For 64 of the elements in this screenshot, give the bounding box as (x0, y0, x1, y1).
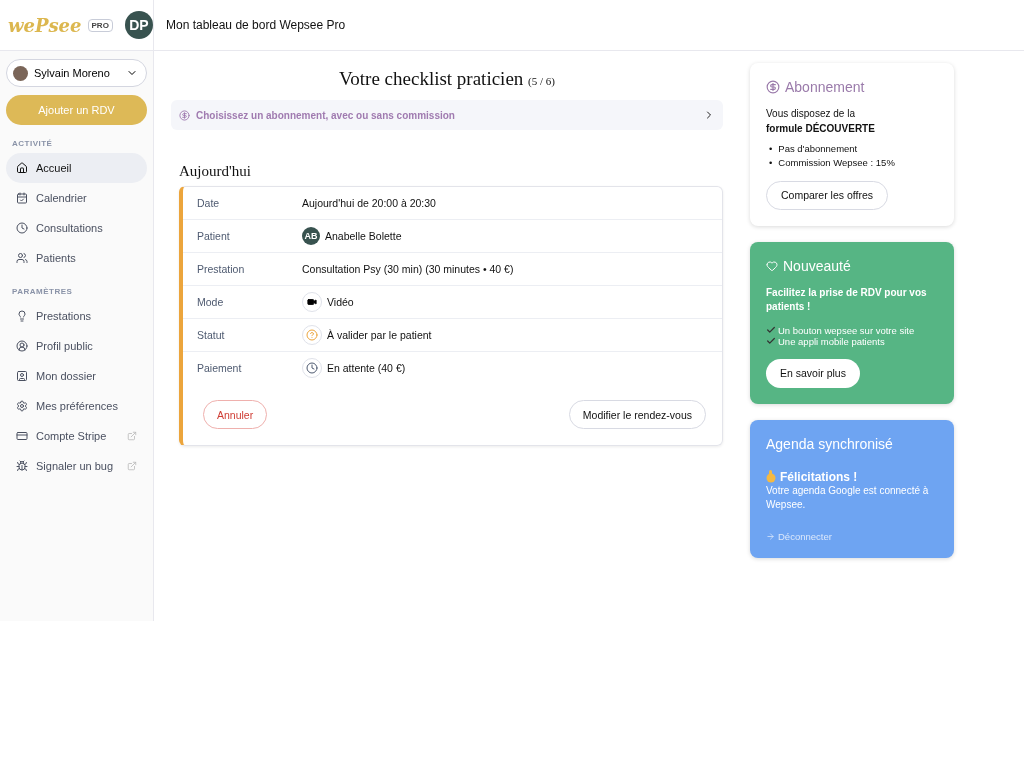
field-value: Vidéo (327, 296, 354, 308)
sidebar-item[interactable]: Calendrier (6, 183, 147, 213)
field-label: Prestation (196, 263, 246, 275)
card-text: Vous disposez de la (766, 107, 856, 121)
bullet-marker: • (769, 156, 773, 171)
logo: wePsee (8, 14, 82, 36)
home-icon (16, 162, 28, 174)
plan-name: formule DÉCOUVERTE (766, 121, 876, 136)
sidebar-item[interactable]: Prestations (6, 301, 147, 331)
clock-icon (16, 222, 28, 234)
checklist-title: Votre checklist praticien (5 / 6) (338, 68, 556, 90)
card-icon (16, 430, 28, 442)
settings-icon (16, 400, 28, 412)
sidebar-item[interactable]: Consultations (6, 213, 147, 243)
field-label: Statut (196, 329, 226, 341)
arrow-right-icon (766, 531, 775, 541)
compare-offers-button[interactable]: Comparer les offres (766, 180, 888, 210)
sidebar-item[interactable]: Profil public (6, 331, 147, 361)
sidebar-item[interactable]: Signaler un bug (6, 451, 147, 481)
sidebar-item[interactable]: Compte Stripe (6, 421, 147, 451)
learn-more-button[interactable]: En savoir plus (766, 358, 860, 388)
field-value: Aujourd'hui de 20:00 à 20:30 (302, 197, 436, 209)
section-title: ACTIVITÉ (12, 139, 54, 148)
checklist-count: (5 / 6) (528, 75, 555, 87)
edit-appointment-button[interactable]: Modifier le rendez-vous (568, 400, 706, 429)
user-card-icon (16, 370, 28, 382)
feature-item: Une appli mobile patients (778, 335, 885, 347)
user-avatar[interactable]: DP (124, 11, 153, 39)
sidebar-item[interactable]: Accueil (6, 153, 147, 183)
field-value: Anabelle Bolette (325, 230, 402, 242)
sidebar-item[interactable]: Patients (6, 243, 147, 273)
cancel-button[interactable]: Annuler (203, 400, 268, 429)
user-selector[interactable]: Sylvain Moreno (6, 59, 147, 87)
card-text: Votre agenda Google est connecté à Wepsee. (766, 483, 930, 512)
bug-icon (16, 460, 28, 472)
feature-item: Un bouton wepsee sur votre site (778, 324, 915, 336)
section-heading: Aujourd'hui (179, 163, 252, 180)
page-title: Mon tableau de bord Wepsee Pro (165, 18, 346, 32)
card-text: Facilitez la prise de RDV pour vos patients ! (766, 285, 928, 314)
section-title: PARAMÈTRES (12, 287, 74, 296)
card-title: Abonnement (785, 79, 865, 95)
user-avatar (13, 65, 28, 81)
heart-icon (766, 259, 778, 272)
sidebar-item[interactable]: Mes préférences (6, 391, 147, 421)
pro-badge: PRO (87, 18, 113, 32)
congrats-heading: Félicitations ! (780, 469, 858, 484)
field-label: Paiement (196, 362, 243, 374)
field-label: Mode (196, 296, 225, 308)
sidebar-item[interactable]: Mon dossier (6, 361, 147, 391)
bullet-item: Commission Wepsee : 15% (778, 156, 895, 171)
users-icon (16, 252, 28, 264)
field-label: Date (196, 197, 221, 209)
field-value: En attente (40 €) (327, 362, 406, 374)
calendar-icon (16, 192, 28, 204)
card-title: Agenda synchronisé (766, 435, 893, 452)
field-value: Consultation Psy (30 min) (30 minutes • 40 €) (302, 263, 514, 275)
field-label: Patient (196, 230, 231, 242)
bullet-item: Pas d'abonnement (778, 142, 858, 156)
patient-avatar: AB (302, 227, 320, 245)
bullet-marker: • (769, 142, 773, 156)
lightbulb-icon (16, 310, 28, 322)
user-circle-icon (16, 340, 28, 352)
card-title: Nouveauté (783, 257, 851, 274)
field-value: À valider par le patient (327, 329, 432, 341)
